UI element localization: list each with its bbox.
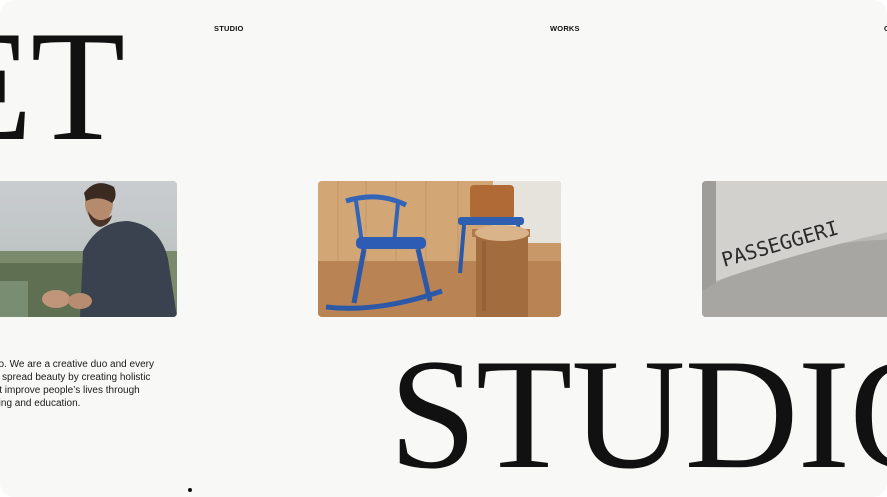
nav-studio-link[interactable]: STUDIO: [214, 24, 244, 33]
hero-wordmark: ET: [0, 0, 125, 174]
intro-line: opywriting and education.: [0, 398, 81, 409]
cursor-dot: [188, 488, 192, 492]
page: ET STUDIO WORKS C: [0, 0, 887, 497]
intro-line: T Studio. We are a creative duo and ever…: [0, 359, 154, 370]
nav-works-link[interactable]: WORKS: [550, 24, 580, 33]
footer-wordmark: STUDIO: [389, 327, 887, 497]
sign-card[interactable]: PASSEGGERI: [702, 181, 887, 317]
intro-line: ces that improve people’s lives through: [0, 385, 140, 396]
portrait-card[interactable]: [0, 181, 177, 317]
intro-line: work to spread beauty by creating holist…: [0, 372, 151, 383]
sign-photo: PASSEGGERI: [702, 181, 887, 317]
chairs-card[interactable]: [318, 181, 561, 317]
chairs-photo: [318, 181, 561, 317]
intro-paragraph: T Studio. We are a creative duo and ever…: [0, 358, 187, 410]
portrait-photo: [0, 181, 177, 317]
